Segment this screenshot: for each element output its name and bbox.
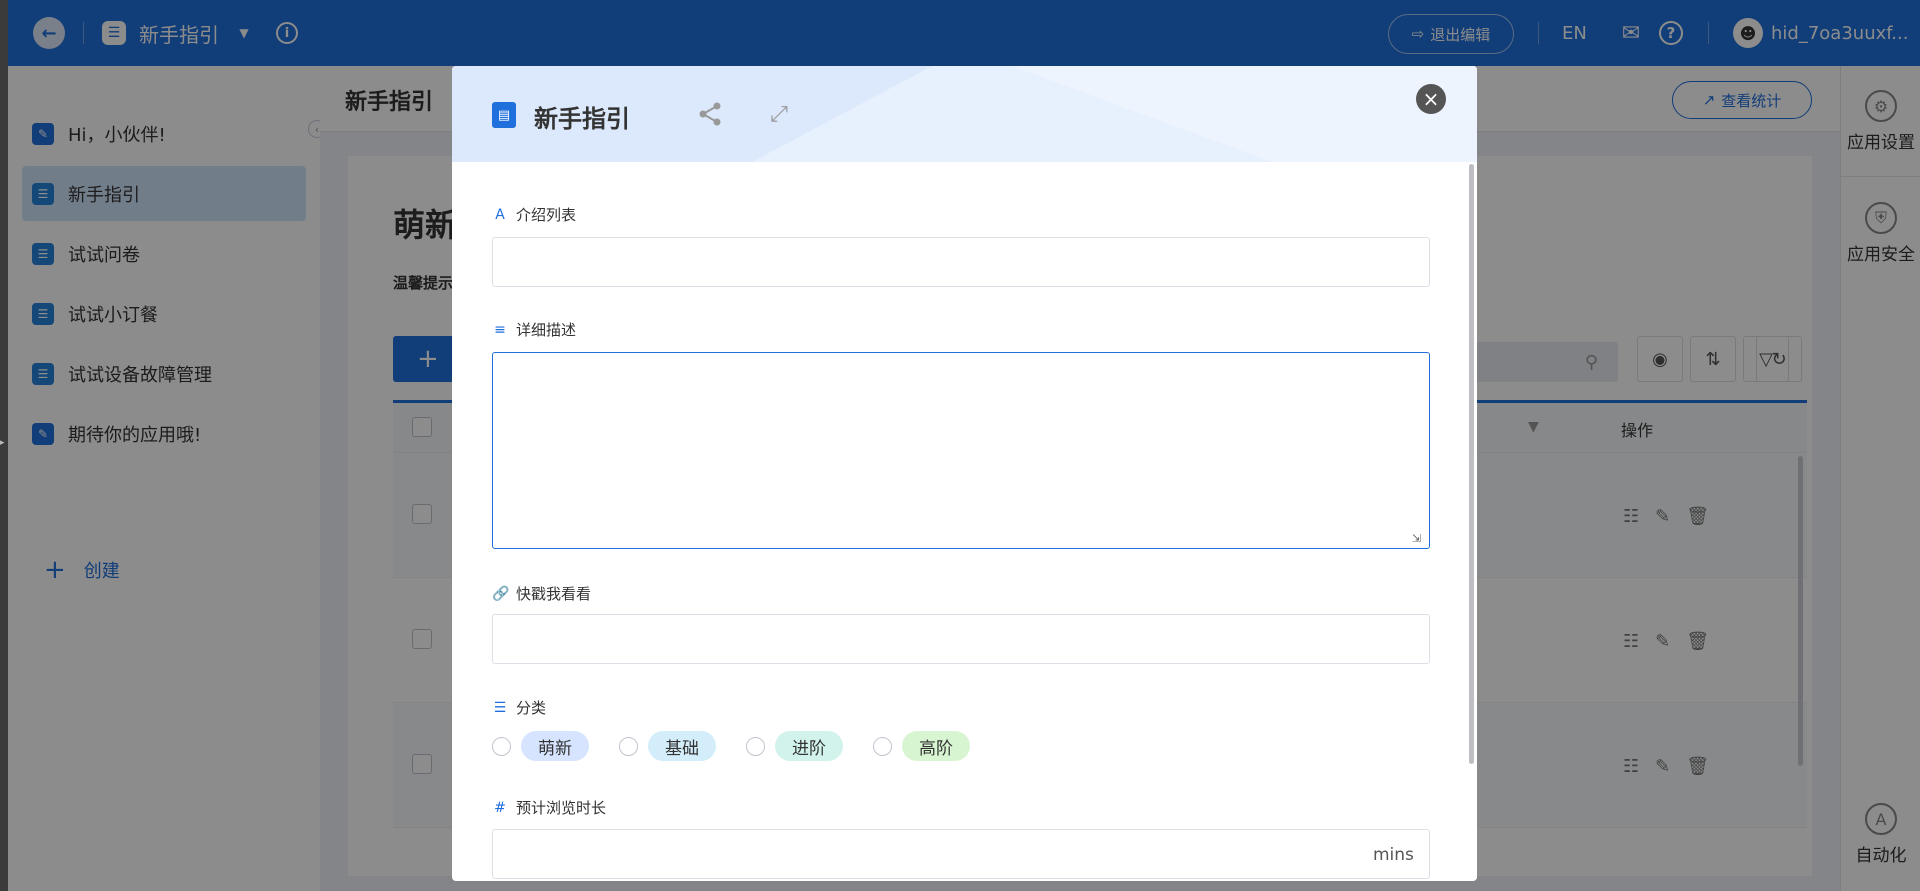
radio-button[interactable] xyxy=(746,736,765,756)
checklist-icon: ☰ xyxy=(493,699,507,716)
field-label-intro: A 介绍列表 xyxy=(492,204,576,225)
expand-icon[interactable]: ⤢ xyxy=(765,100,793,128)
category-tag: 萌新 xyxy=(521,731,589,761)
radio-button[interactable] xyxy=(619,736,638,756)
modal-scrollbar[interactable] xyxy=(1469,164,1474,764)
link-icon: 🔗 xyxy=(492,585,510,602)
intro-list-input[interactable] xyxy=(492,237,1430,287)
record-modal: ▤ 新手指引 ⤢ × A 介绍列表 ≡ 详细描述 ⇲ 🔗 快戳我看看 ☰ 分类 萌新 基… xyxy=(452,66,1477,881)
paragraph-icon: ≡ xyxy=(494,321,506,338)
field-label-text: 分类 xyxy=(516,699,547,717)
category-radio-group: 萌新 基础 进阶 高阶 xyxy=(492,731,970,761)
category-tag: 进阶 xyxy=(775,731,843,761)
document-icon: ▤ xyxy=(492,102,516,128)
share-icon[interactable] xyxy=(697,100,725,128)
resize-handle-icon[interactable]: ⇲ xyxy=(1412,532,1426,546)
modal-header: ▤ 新手指引 ⤢ × xyxy=(452,66,1477,162)
number-icon: # xyxy=(494,799,506,816)
duration-input[interactable] xyxy=(492,829,1430,879)
category-option[interactable]: 萌新 xyxy=(492,731,589,761)
category-option[interactable]: 高阶 xyxy=(873,731,970,761)
category-tag: 高阶 xyxy=(902,731,970,761)
field-label-text: 详细描述 xyxy=(516,321,577,339)
field-label-category: ☰ 分类 xyxy=(492,697,546,718)
category-tag: 基础 xyxy=(648,731,716,761)
field-label-text: 预计浏览时长 xyxy=(516,799,607,817)
category-option[interactable]: 基础 xyxy=(619,731,716,761)
duration-unit: mins xyxy=(1373,845,1414,865)
field-label-detail: ≡ 详细描述 xyxy=(492,319,576,340)
modal-title: 新手指引 xyxy=(534,105,630,133)
text-icon: A xyxy=(495,206,505,223)
field-label-text: 快戳我看看 xyxy=(516,585,592,603)
close-button[interactable]: × xyxy=(1416,84,1446,114)
field-label-link: 🔗 快戳我看看 xyxy=(492,583,591,604)
field-label-text: 介绍列表 xyxy=(516,206,577,224)
radio-button[interactable] xyxy=(873,736,892,756)
field-label-duration: # 预计浏览时长 xyxy=(492,797,606,818)
quick-link-input[interactable] xyxy=(492,614,1430,664)
close-icon: × xyxy=(1422,87,1440,111)
radio-button[interactable] xyxy=(492,736,511,756)
expand-handle-icon[interactable]: ▸ xyxy=(0,438,8,452)
detail-textarea[interactable] xyxy=(492,352,1430,549)
category-option[interactable]: 进阶 xyxy=(746,731,843,761)
